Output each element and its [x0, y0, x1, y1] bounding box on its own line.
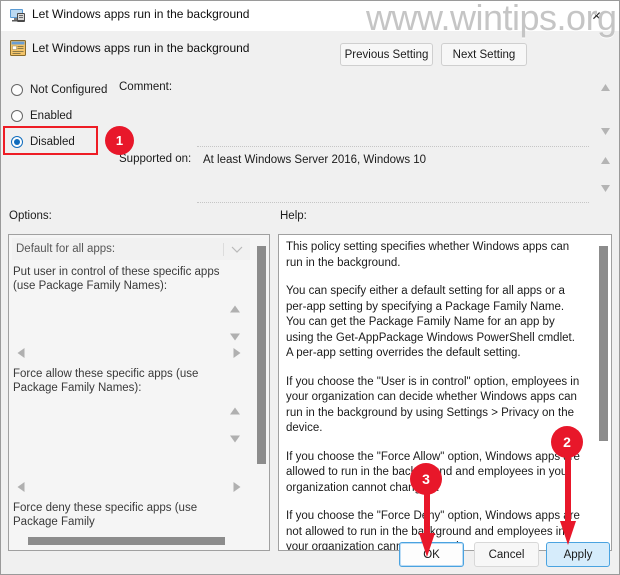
options-horizontal-scroll-thumb[interactable] — [28, 537, 225, 545]
listbox-right-icon[interactable] — [233, 481, 241, 493]
annotation-arrow-2 — [560, 451, 576, 549]
radio-enabled[interactable]: Enabled — [11, 107, 72, 124]
listbox-down-icon[interactable] — [229, 435, 241, 443]
radio-not-configured[interactable]: Not Configured — [11, 81, 107, 98]
listbox-up-icon[interactable] — [229, 305, 241, 313]
help-paragraph: This policy setting specifies whether Wi… — [286, 241, 570, 269]
listbox-left-icon[interactable] — [17, 481, 25, 493]
help-panel-label: Help: — [280, 210, 307, 222]
force-allow-listbox[interactable] — [12, 399, 250, 497]
radio-mark-enabled — [11, 109, 23, 122]
comment-scroll-up-icon[interactable] — [600, 83, 611, 92]
title-bar: Let Windows apps run in the background ✕ — [1, 1, 619, 31]
options-panel: Default for all apps: Put user in contro… — [8, 234, 270, 551]
default-for-all-apps-combobox[interactable]: Default for all apps: — [12, 238, 250, 260]
supported-scroll-down-icon[interactable] — [600, 184, 611, 193]
supported-scroll-up-icon[interactable] — [600, 156, 611, 165]
cancel-button[interactable]: Cancel — [474, 542, 539, 567]
options-vertical-scrollbar[interactable] — [257, 238, 266, 526]
options-panel-label: Options: — [9, 210, 52, 222]
computer-policy-icon — [10, 8, 26, 23]
force-deny-label: Force deny these specific apps (use Pack… — [13, 502, 198, 528]
radio-label-not-configured: Not Configured — [30, 83, 108, 96]
apply-button[interactable]: Apply — [546, 542, 610, 567]
options-vertical-scroll-thumb[interactable] — [257, 246, 266, 464]
put-user-in-control-listbox[interactable] — [12, 297, 250, 363]
next-setting-button[interactable]: Next Setting — [441, 43, 527, 66]
listbox-down-icon[interactable] — [229, 333, 241, 341]
supported-on-label: Supported on: — [119, 153, 192, 165]
comment-label: Comment: — [119, 81, 173, 93]
help-paragraph: You can specify either a default setting… — [286, 285, 575, 359]
policy-setting-icon — [10, 40, 26, 56]
help-vertical-scroll-thumb[interactable] — [599, 246, 608, 441]
policy-name-label: Let Windows apps run in the background — [32, 41, 250, 55]
comment-field[interactable] — [119, 77, 589, 138]
radio-label-enabled: Enabled — [30, 109, 73, 122]
listbox-right-icon[interactable] — [233, 347, 241, 359]
policy-setting-dialog: Let Windows apps run in the background ✕… — [0, 0, 620, 575]
options-horizontal-scrollbar[interactable] — [12, 537, 250, 545]
annotation-arrow-3 — [419, 488, 435, 561]
put-user-in-control-label: Put user in control of these specific ap… — [13, 266, 220, 292]
comment-scroll-down-icon[interactable] — [600, 127, 611, 136]
listbox-up-icon[interactable] — [229, 407, 241, 415]
force-allow-label: Force allow these specific apps (use Pac… — [13, 368, 199, 394]
options-content: Default for all apps: Put user in contro… — [9, 235, 254, 550]
chevron-down-icon[interactable] — [224, 246, 250, 253]
window-title: Let Windows apps run in the background — [32, 7, 250, 21]
annotation-badge-1: 1 — [105, 126, 134, 155]
annotation-highlight-rect — [3, 126, 98, 155]
close-icon[interactable]: ✕ — [574, 1, 619, 30]
help-vertical-scrollbar[interactable] — [599, 238, 608, 547]
supported-on-value: At least Windows Server 2016, Windows 10 — [203, 154, 427, 166]
radio-mark-not-configured — [11, 83, 23, 96]
listbox-left-icon[interactable] — [17, 347, 25, 359]
help-paragraph: If you choose the "User is in control" o… — [286, 375, 580, 435]
default-for-all-apps-label: Default for all apps: — [16, 243, 116, 255]
previous-setting-button[interactable]: Previous Setting — [340, 43, 433, 66]
